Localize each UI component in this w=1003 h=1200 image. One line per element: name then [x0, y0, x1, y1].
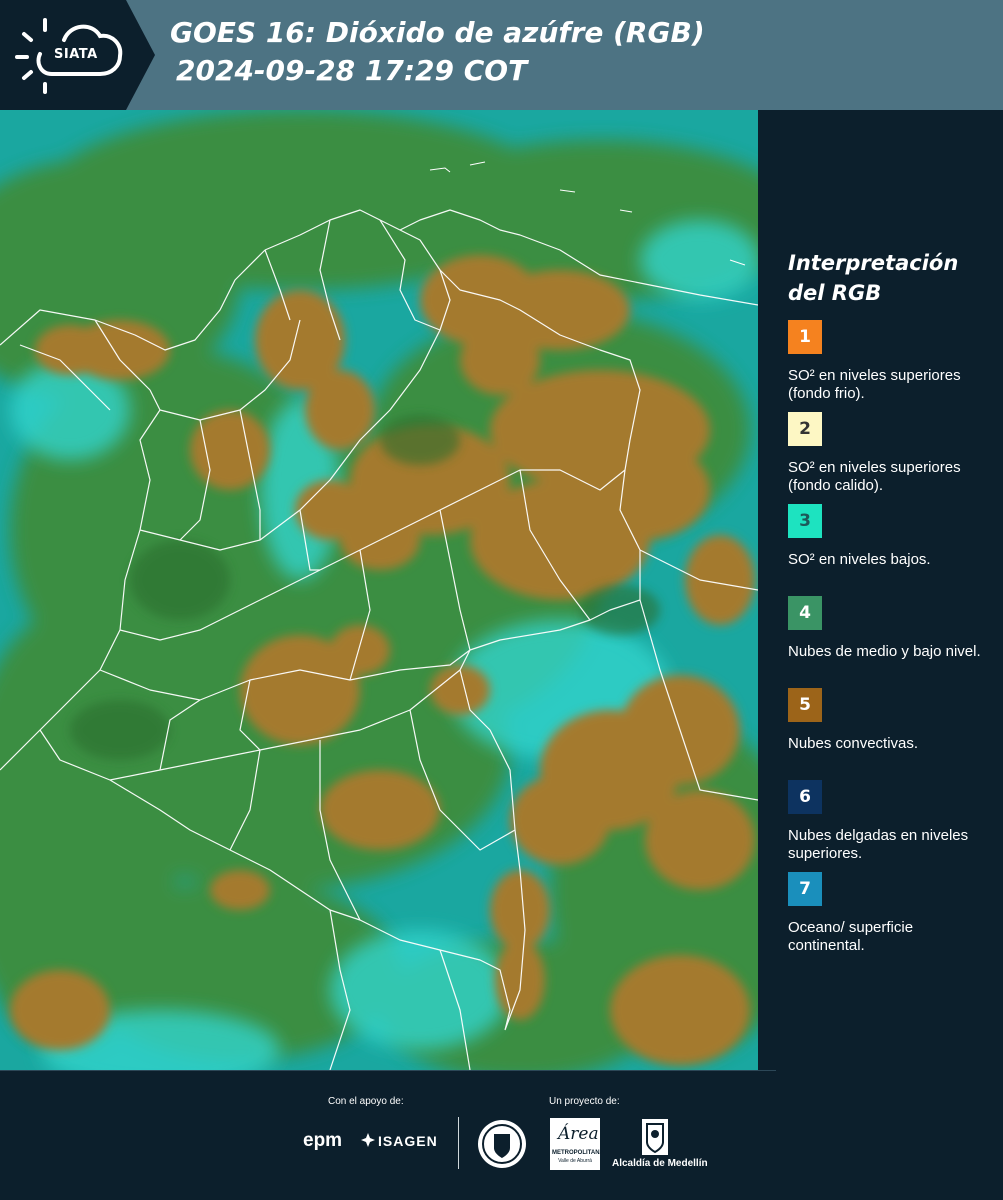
legend-item-2: 2 SO² en niveles superiores (fondo calido…	[788, 412, 988, 504]
legend-item-7: 7 Oceano/ superficie continental.	[788, 872, 988, 964]
legend-title: Interpretación del RGB	[788, 248, 988, 308]
legend-description-3: SO² en niveles bajos.	[788, 551, 931, 568]
legend-item-1: 1 SO² en niveles superiores (fondo frio).	[788, 320, 988, 412]
legend-swatch-7: 7	[788, 872, 822, 906]
support-label: Con el apoyo de:	[328, 1096, 404, 1107]
area-logo-text: Área	[558, 1124, 599, 1144]
header-bar: SIATA GOES 16: Dióxido de azúfre (RGB) 2…	[0, 0, 1003, 110]
project-label: Un proyecto de:	[549, 1096, 620, 1107]
legend-description-7: Oceano/ superficie continental.	[788, 919, 914, 954]
legend-swatch-6: 6	[788, 780, 822, 814]
satellite-imagery	[0, 110, 758, 1070]
alcaldia-shield-icon[interactable]	[641, 1118, 669, 1156]
timestamp: 2024-09-28 17:29 COT	[176, 54, 528, 87]
legend-panel: Interpretación del RGB 1 SO² en niveles s…	[788, 248, 988, 964]
page-title: GOES 16: Dióxido de azúfre (RGB) 2024-09…	[170, 14, 705, 90]
area-logo-sub1: METROPOLITANA	[552, 1150, 604, 1156]
siata-logo-text: SIATA	[54, 47, 98, 62]
legend-description-1: SO² en niveles superiores (fondo frio).	[788, 367, 961, 402]
medellin-seal-icon[interactable]	[477, 1118, 527, 1170]
footer-separator	[458, 1117, 459, 1169]
legend-swatch-4: 4	[788, 596, 822, 630]
legend-item-4: 4 Nubes de medio y bajo nivel.	[788, 596, 988, 688]
legend-swatch-5: 5	[788, 688, 822, 722]
legend-title-line1: Interpretación	[788, 251, 959, 275]
area-metropolitana-logo[interactable]: Área METROPOLITANA Valle de Aburrá	[550, 1118, 604, 1170]
legend-swatch-2: 2	[788, 412, 822, 446]
legend-description-6: Nubes delgadas en niveles superiores.	[788, 827, 969, 862]
isagen-logo[interactable]: ISAGEN	[378, 1133, 438, 1149]
legend-title-line2: del RGB	[788, 281, 882, 305]
footer-divider	[0, 1070, 776, 1071]
product-title: GOES 16: Dióxido de azúfre (RGB)	[170, 16, 705, 49]
satellite-map[interactable]	[0, 110, 758, 1070]
legend-item-6: 6 Nubes delgadas en niveles superiores.	[788, 780, 988, 872]
area-logo-sub2: Valle de Aburrá	[558, 1158, 592, 1164]
legend-description-2: SO² en niveles superiores (fondo calido)…	[788, 459, 961, 494]
legend-description-5: Nubes convectivas.	[788, 735, 919, 752]
footer: Con el apoyo de: Un proyecto de: epm ISA…	[0, 1070, 1003, 1200]
legend-description-4: Nubes de medio y bajo nivel.	[788, 643, 981, 660]
epm-logo[interactable]: epm	[303, 1130, 342, 1152]
siata-logo[interactable]: SIATA	[0, 0, 155, 110]
isagen-icon	[361, 1133, 375, 1147]
alcaldia-label: Alcaldía de Medellín	[612, 1158, 708, 1169]
legend-items: 1 SO² en niveles superiores (fondo frio).…	[788, 320, 988, 964]
legend-item-3: 3 SO² en niveles bajos.	[788, 504, 988, 596]
legend-swatch-3: 3	[788, 504, 822, 538]
legend-item-5: 5 Nubes convectivas.	[788, 688, 988, 780]
legend-swatch-1: 1	[788, 320, 822, 354]
